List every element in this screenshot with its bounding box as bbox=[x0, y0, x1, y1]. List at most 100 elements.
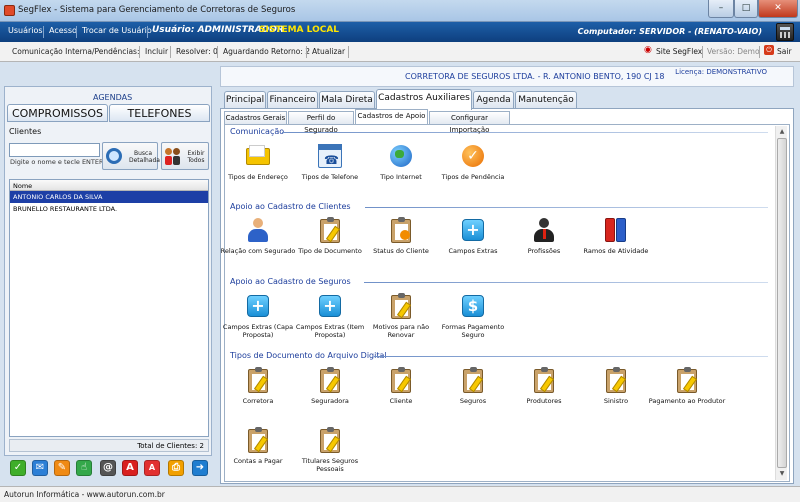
tipo-documento-label: Tipo de Documento bbox=[298, 247, 362, 255]
exibir-todos-button[interactable]: Exibir Todos bbox=[161, 142, 209, 170]
clipboard-pen-icon bbox=[459, 366, 487, 394]
incluir-button[interactable]: Incluir bbox=[145, 47, 168, 56]
doc-seguradora-item[interactable]: Seguradora bbox=[290, 366, 370, 405]
doc-cliente-item[interactable]: Cliente bbox=[361, 366, 441, 405]
status-bar: Autorun Informática - www.autorun.com.br bbox=[0, 486, 800, 502]
campos-extras-item[interactable]: + Campos Extras bbox=[433, 216, 513, 255]
tipos-telefone-item[interactable]: ☎ Tipos de Telefone bbox=[290, 142, 370, 181]
check-icon[interactable]: ✓ bbox=[10, 460, 26, 476]
calculator-icon[interactable] bbox=[776, 23, 794, 41]
section-arquivo-digital: Tipos de Documento do Arquivo Digital bbox=[230, 351, 387, 360]
sair-button[interactable]: Sair bbox=[777, 47, 792, 56]
splitter-handle[interactable] bbox=[213, 62, 218, 486]
busca-detalhada-label: Busca Detalhada bbox=[129, 150, 160, 164]
tab-compromissos[interactable]: COMPROMISSOS bbox=[7, 104, 108, 122]
left-panel: AGENDAS COMPROMISSOS TELEFONES Clientes … bbox=[4, 86, 212, 456]
doc-corretora-label: Corretora bbox=[242, 397, 274, 405]
doc-seguros-label: Seguros bbox=[459, 397, 487, 405]
dollar-icon: $ bbox=[459, 292, 487, 320]
status-text: Autorun Informática - www.autorun.com.br bbox=[4, 490, 165, 499]
table-row[interactable]: BRUNELLO RESTAURANTE LTDA. bbox=[10, 203, 208, 215]
tab-cadastros-auxiliares[interactable]: Cadastros Auxiliares bbox=[376, 89, 472, 110]
toolbar-divider bbox=[702, 46, 703, 58]
note-icon[interactable]: ✎ bbox=[54, 460, 70, 476]
menu-acesso[interactable]: Acesso bbox=[49, 26, 77, 35]
people-icon bbox=[165, 148, 181, 166]
printer-icon[interactable]: ⎙ bbox=[168, 460, 184, 476]
subtab-perfil-segurado[interactable]: Perfil do Segurado bbox=[288, 111, 354, 134]
font-a-small-icon[interactable]: A bbox=[144, 460, 160, 476]
doc-titulares-seguros-item[interactable]: Titulares Seguros Pessoais bbox=[290, 426, 370, 473]
tab-agenda[interactable]: Agenda bbox=[473, 91, 514, 109]
section-divider bbox=[365, 207, 768, 208]
doc-sinistro-label: Sinistro bbox=[603, 397, 629, 405]
subtab-cadastros-apoio[interactable]: Cadastros de Apoio bbox=[355, 109, 428, 124]
profissoes-item[interactable]: Profissões bbox=[504, 216, 584, 255]
tipo-documento-item[interactable]: Tipo de Documento bbox=[290, 216, 370, 255]
relacao-segurado-item[interactable]: Relação com Segurado bbox=[218, 216, 298, 255]
toolbar-divider bbox=[759, 46, 760, 58]
vertical-scrollbar[interactable]: ▲ ▼ bbox=[775, 126, 787, 480]
section-divider bbox=[364, 282, 768, 283]
campos-extras-capa-item[interactable]: + Campos Extras (Capa Proposta) bbox=[218, 292, 298, 339]
email-icon[interactable]: ✉ bbox=[32, 460, 48, 476]
plus-icon: + bbox=[316, 292, 344, 320]
clientes-label: Clientes bbox=[9, 127, 42, 136]
campos-extras-item-proposta-item[interactable]: + Campos Extras (Item Proposta) bbox=[290, 292, 370, 339]
doc-titulares-seguros-label: Titulares Seguros Pessoais bbox=[301, 457, 359, 473]
scroll-down-icon[interactable]: ▼ bbox=[777, 469, 787, 479]
doc-produtores-item[interactable]: Produtores bbox=[504, 366, 584, 405]
site-icon: ◉ bbox=[644, 45, 652, 55]
font-a-icon[interactable]: A bbox=[122, 460, 138, 476]
scrollbar-thumb[interactable] bbox=[777, 138, 787, 468]
doc-corretora-item[interactable]: Corretora bbox=[218, 366, 298, 405]
subtab-cadastros-gerais[interactable]: Cadastros Gerais bbox=[224, 111, 287, 124]
maximize-button[interactable]: □ bbox=[734, 0, 758, 18]
clipboard-pen-icon bbox=[316, 366, 344, 394]
tab-principal[interactable]: Principal bbox=[224, 91, 266, 109]
menu-trocar-usuario[interactable]: Trocar de Usuário bbox=[82, 26, 152, 35]
scroll-up-icon[interactable]: ▲ bbox=[777, 127, 787, 137]
search-hint: Digite o nome e tecle ENTER bbox=[10, 158, 104, 166]
tab-telefones[interactable]: TELEFONES bbox=[109, 104, 210, 122]
aguardando-button[interactable]: Aguardando Retorno: 2 bbox=[223, 47, 310, 56]
campos-extras-item-proposta-label: Campos Extras (Item Proposta) bbox=[295, 323, 365, 339]
tab-mala-direta[interactable]: Mala Direta bbox=[319, 91, 375, 109]
person-icon bbox=[244, 216, 272, 244]
busca-detalhada-button[interactable]: Busca Detalhada bbox=[102, 142, 160, 170]
minimize-button[interactable]: – bbox=[708, 0, 734, 18]
tab-manutencao[interactable]: Manutenção bbox=[515, 91, 577, 109]
doc-pagamento-produtor-item[interactable]: Pagamento ao Produtor bbox=[647, 366, 727, 405]
doc-seguros-item[interactable]: Seguros bbox=[433, 366, 513, 405]
doc-cliente-label: Cliente bbox=[389, 397, 413, 405]
table-row[interactable]: ANTONIO CARLOS DA SILVA bbox=[10, 191, 208, 203]
thumb-icon[interactable]: ☝ bbox=[76, 460, 92, 476]
at-icon[interactable]: @ bbox=[100, 460, 116, 476]
magnifier-icon bbox=[106, 148, 122, 164]
doc-sinistro-item[interactable]: Sinistro bbox=[576, 366, 656, 405]
doc-contas-pagar-item[interactable]: Contas a Pagar bbox=[218, 426, 298, 465]
menu-usuarios[interactable]: Usuários bbox=[8, 26, 43, 35]
close-button[interactable]: ✕ bbox=[758, 0, 798, 18]
status-cliente-item[interactable]: Status do Cliente bbox=[361, 216, 441, 255]
client-search-input[interactable] bbox=[9, 143, 100, 157]
resolver-button[interactable]: Resolver: 0 bbox=[176, 47, 218, 56]
section-apoio-seguros: Apoio ao Cadastro de Seguros bbox=[230, 277, 351, 286]
motivos-nao-renovar-item[interactable]: Motivos para não Renovar bbox=[361, 292, 441, 339]
client-list-header[interactable]: Nome bbox=[10, 180, 208, 191]
tipos-endereco-item[interactable]: Tipos de Endereço bbox=[218, 142, 298, 181]
clipboard-pen-icon bbox=[244, 366, 272, 394]
client-list: Nome ANTONIO CARLOS DA SILVA BRUNELLO RE… bbox=[9, 179, 209, 437]
toolbar-divider bbox=[306, 46, 307, 58]
atualizar-button[interactable]: Atualizar bbox=[312, 47, 345, 56]
site-segflex-link[interactable]: Site SegFlex bbox=[656, 47, 702, 56]
formas-pagamento-item[interactable]: $ Formas Pagamento Seguro bbox=[433, 292, 513, 339]
subtab-configurar-importacao[interactable]: Configurar Importação bbox=[429, 111, 510, 134]
campos-extras-capa-label: Campos Extras (Capa Proposta) bbox=[222, 323, 294, 339]
tipo-internet-item[interactable]: Tipo Internet bbox=[361, 142, 441, 181]
tipos-pendencia-label: Tipos de Pendência bbox=[441, 173, 505, 181]
tipos-pendencia-item[interactable]: ✓ Tipos de Pendência bbox=[433, 142, 513, 181]
arrow-right-icon[interactable]: ➜ bbox=[192, 460, 208, 476]
ramos-atividade-item[interactable]: Ramos de Atividade bbox=[576, 216, 656, 255]
tab-financeiro[interactable]: Financeiro bbox=[267, 91, 318, 109]
